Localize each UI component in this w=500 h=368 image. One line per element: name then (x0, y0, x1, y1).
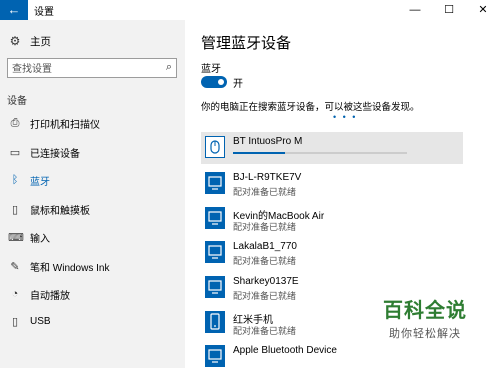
sidebar-item-label: 自动播放 (30, 290, 70, 302)
usb-icon: ▯ (11, 315, 19, 328)
pairing-progress-bar (233, 152, 407, 154)
computer-device-icon (205, 172, 225, 194)
sidebar-item-usb[interactable]: ▯ USB (0, 308, 185, 334)
computer-device-icon (205, 276, 225, 298)
computer-device-icon (205, 345, 225, 367)
connected-devices-icon: ▭ (9, 146, 21, 159)
device-name: LakalaB1_770 (233, 241, 297, 252)
computer-device-icon (205, 207, 225, 229)
sidebar-item-autoplay[interactable]: ◔ 自动播放 (0, 281, 185, 307)
pairing-progress-fill (233, 152, 286, 154)
sidebar: ⚙ 主页 ⌕ 设备 ⎙ 打印机和扫描仪 ▭ 已连接设备 ᛒ 蓝牙 ▯ 鼠标和触摸… (0, 20, 185, 368)
maximize-button[interactable]: ☐ (432, 0, 466, 20)
computer-device-icon (205, 241, 225, 263)
title-bar: ← 设置 — ☐ ✕ (0, 0, 500, 20)
toggle-knob (218, 79, 224, 85)
back-button[interactable]: ← (0, 0, 28, 20)
search-box: ⌕ (7, 58, 177, 79)
device-name: BT IntuosPro M (233, 136, 303, 147)
device-item[interactable]: BT IntuosPro M (201, 132, 463, 164)
device-item[interactable]: Apple Bluetooth Device (201, 341, 463, 368)
bluetooth-toggle[interactable] (201, 76, 227, 88)
close-button[interactable]: ✕ (466, 0, 500, 20)
search-icon[interactable]: ⌕ (166, 61, 172, 74)
home-label: 主页 (30, 35, 51, 48)
device-name: Apple Bluetooth Device (233, 345, 337, 356)
mouse-icon: ▯ (11, 203, 19, 216)
device-status: 配对准备已就绪 (233, 291, 297, 301)
sidebar-item-label: 已连接设备 (30, 148, 80, 160)
device-item[interactable]: BJ-L-R9TKE7V 配对准备已就绪 (201, 168, 463, 200)
sidebar-item-connected-devices[interactable]: ▭ 已连接设备 (0, 139, 185, 165)
sidebar-item-mouse[interactable]: ▯ 鼠标和触摸板 (0, 196, 185, 222)
sidebar-item-label: 输入 (30, 233, 50, 245)
device-status: 配对准备已就绪 (233, 222, 297, 232)
sidebar-item-pen[interactable]: ✎ 笔和 Windows Ink (0, 253, 185, 279)
device-name: BJ-L-R9TKE7V (233, 172, 302, 183)
bluetooth-label: 蓝牙 (201, 64, 221, 75)
mouse-device-icon (205, 136, 225, 158)
pen-icon: ✎ (10, 260, 20, 273)
page-title: 管理蓝牙设备 (201, 35, 292, 52)
sidebar-item-typing[interactable]: ⌨ 输入 (0, 224, 185, 250)
sidebar-home[interactable]: ⚙ 主页 (8, 33, 51, 49)
searching-dots: • • • (333, 112, 358, 122)
sidebar-item-printers[interactable]: ⎙ 打印机和扫描仪 (0, 110, 185, 136)
window-title: 设置 (34, 7, 54, 18)
device-item[interactable]: Kevin的MacBook Air 配对准备已就绪 (201, 203, 463, 235)
device-status: 配对准备已就绪 (233, 187, 297, 197)
section-label: 设备 (7, 96, 27, 107)
toggle-state: 开 (233, 79, 243, 90)
device-status: 配对准备已就绪 (233, 256, 297, 266)
scan-status-text: 你的电脑正在搜索蓝牙设备，可以被这些设备发现。 (201, 102, 420, 113)
device-name: Sharkey0137E (233, 276, 299, 287)
sidebar-item-label: 鼠标和触摸板 (30, 205, 90, 217)
minimize-button[interactable]: — (398, 0, 432, 20)
printer-icon: ⎙ (10, 116, 20, 129)
search-input[interactable] (8, 60, 153, 79)
watermark: 百科全说 助你轻松解决 (365, 294, 485, 341)
sidebar-item-label: 蓝牙 (30, 176, 50, 188)
autoplay-icon: ◔ (11, 288, 19, 300)
device-item[interactable]: LakalaB1_770 配对准备已就绪 (201, 237, 463, 269)
sidebar-item-label: USB (30, 315, 51, 327)
phone-device-icon (205, 311, 225, 333)
bluetooth-icon: ᛒ (11, 174, 19, 186)
keyboard-icon: ⌨ (8, 231, 24, 244)
watermark-title: 百科全说 (383, 300, 467, 322)
watermark-subtitle: 助你轻松解决 (389, 328, 461, 340)
gear-icon: ⚙ (9, 34, 21, 48)
sidebar-item-label: 打印机和扫描仪 (30, 119, 100, 131)
sidebar-item-label: 笔和 Windows Ink (30, 262, 110, 274)
sidebar-item-bluetooth[interactable]: ᛒ 蓝牙 (0, 167, 185, 193)
device-status: 配对准备已就绪 (233, 326, 297, 336)
